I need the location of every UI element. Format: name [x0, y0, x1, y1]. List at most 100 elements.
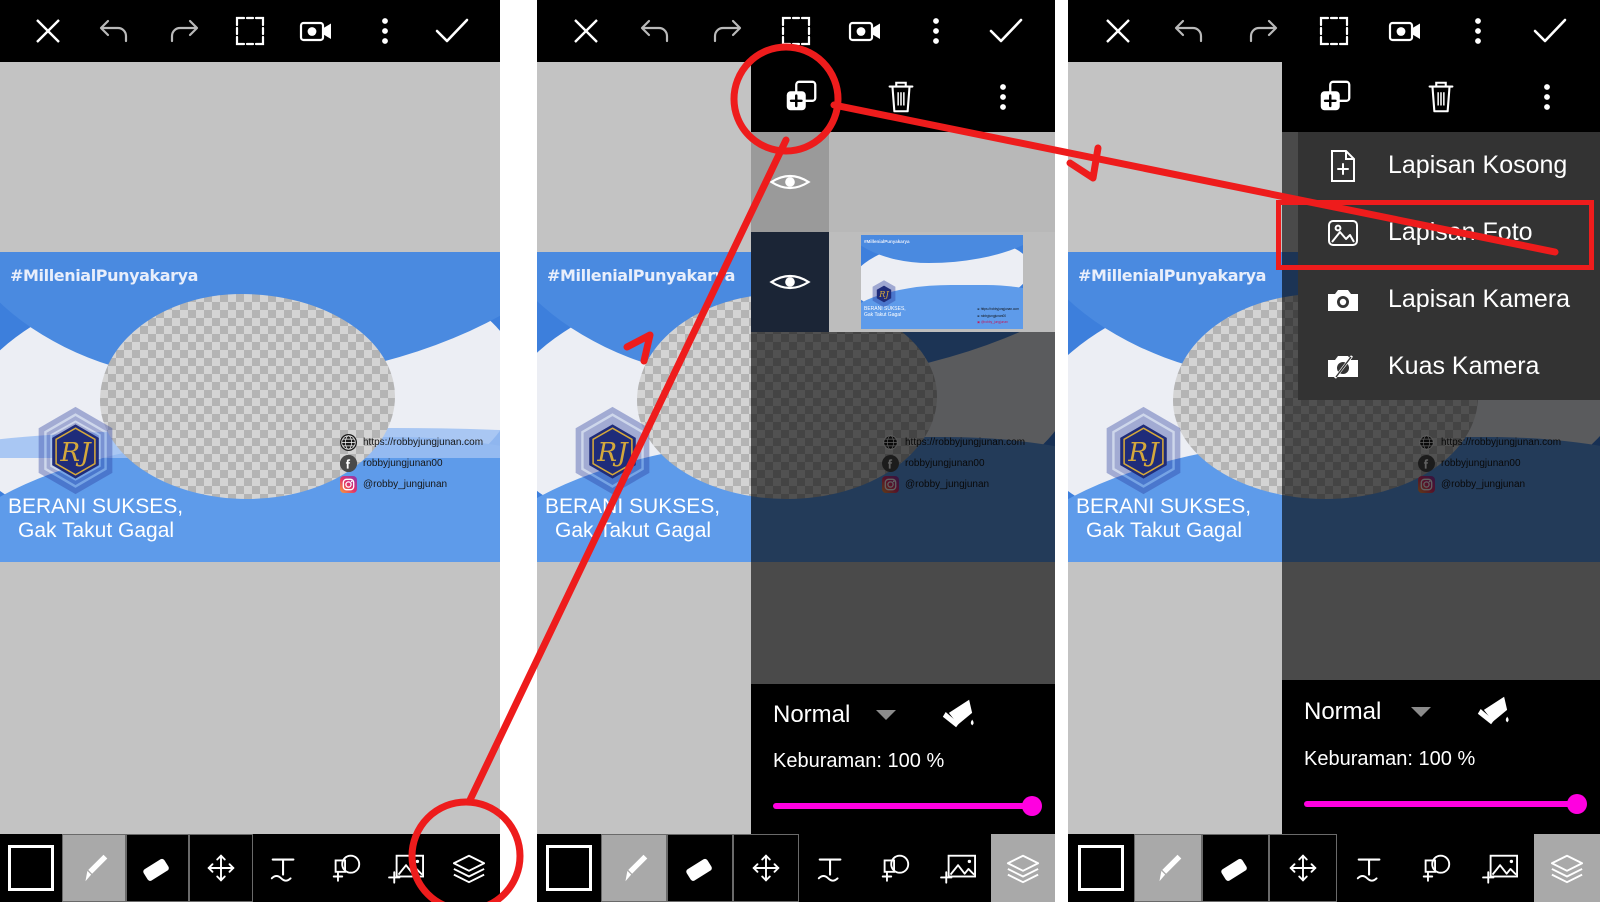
blend-mode-row[interactable]: Normal: [773, 684, 1033, 746]
box-lapisan-foto: [1276, 200, 1594, 270]
top-toolbar-1: [0, 0, 500, 62]
add-shape-icon[interactable]: [863, 834, 927, 902]
menu-item-lapisan-kamera[interactable]: Lapisan Kamera: [1298, 266, 1600, 333]
artwork-logo: RJ: [564, 403, 661, 500]
artwork-tagline: BERANI SUKSES, Gak Takut Gagal: [545, 495, 720, 543]
blend-mode-row[interactable]: Normal: [1304, 680, 1578, 744]
more-vertical-icon[interactable]: [1494, 81, 1600, 113]
eraser-icon[interactable]: [667, 834, 733, 902]
menu-item-label: Lapisan Kamera: [1388, 285, 1571, 313]
video-record-icon[interactable]: [1386, 11, 1426, 51]
canvas-area-1[interactable]: #MillenialPunyakarya RJ BERANI SUKSES, G…: [0, 62, 500, 834]
artwork-hashtag: #MillenialPunyakarya: [1078, 266, 1267, 285]
paint-bucket-icon[interactable]: [938, 695, 978, 736]
close-x-icon[interactable]: [1098, 11, 1138, 51]
top-toolbar-3: [1068, 0, 1600, 62]
paint-bucket-icon[interactable]: [1473, 692, 1513, 733]
more-vertical-icon[interactable]: [365, 11, 405, 51]
opacity-slider-knob[interactable]: [1567, 794, 1587, 814]
layers-stack-icon[interactable]: [438, 834, 500, 902]
svg-text:RJ: RJ: [1127, 438, 1160, 468]
svg-text:RJ: RJ: [596, 438, 629, 468]
bottom-toolbar-3: [1068, 834, 1600, 902]
redo-arrow-icon[interactable]: [163, 11, 203, 51]
video-record-icon[interactable]: [846, 11, 886, 51]
paintbrush-icon[interactable]: [61, 834, 126, 902]
opacity-slider[interactable]: [1304, 794, 1587, 814]
text-tool-icon[interactable]: [253, 834, 315, 902]
chevron-down-icon[interactable]: [1411, 707, 1432, 717]
add-shape-icon[interactable]: [315, 834, 377, 902]
color-swatch-icon[interactable]: [537, 834, 601, 902]
text-tool-icon[interactable]: [799, 834, 863, 902]
layer-visibility-eye-icon[interactable]: [751, 169, 829, 195]
menu-item-label: Kuas Kamera: [1388, 352, 1540, 380]
artwork-canvas-1[interactable]: #MillenialPunyakarya RJ BERANI SUKSES, G…: [0, 252, 500, 562]
color-swatch-icon[interactable]: [1068, 834, 1134, 902]
phone-panel-3: #MillenialPunyakarya RJ BERANI SUKSES, G…: [1068, 0, 1600, 902]
paintbrush-icon[interactable]: [1133, 834, 1202, 902]
add-photo-icon[interactable]: [1469, 834, 1535, 902]
redo-arrow-icon[interactable]: [706, 11, 746, 51]
add-shape-icon[interactable]: [1403, 834, 1469, 902]
close-x-icon[interactable]: [28, 11, 68, 51]
add-photo-icon[interactable]: [927, 834, 991, 902]
screenshot-stage: #MillenialPunyakarya RJ BERANI SUKSES, G…: [0, 0, 1600, 902]
layer-row[interactable]: #MillenialPunyakarya RJ BERANI SUKSES, Ga…: [751, 232, 1055, 332]
add-layer-icon[interactable]: [1282, 78, 1388, 116]
trash-can-icon[interactable]: [851, 78, 951, 116]
tagline-line-2: Gak Takut Gagal: [555, 519, 712, 543]
svg-text:RJ: RJ: [59, 438, 92, 468]
layers-stack-icon[interactable]: [1534, 834, 1600, 902]
color-swatch-icon[interactable]: [0, 834, 62, 902]
layer-thumb-tagline: BERANI SUKSES, Gak Takut Gagal: [864, 306, 906, 318]
blend-mode-value[interactable]: Normal: [773, 701, 850, 729]
undo-arrow-icon[interactable]: [1170, 11, 1210, 51]
tagline-line-1: BERANI SUKSES,: [8, 495, 184, 518]
add-layer-icon[interactable]: [751, 78, 851, 116]
redo-arrow-icon[interactable]: [1242, 11, 1282, 51]
paintbrush-icon[interactable]: [601, 834, 667, 902]
text-tool-icon[interactable]: [1337, 834, 1403, 902]
instagram-icon: [340, 476, 357, 493]
video-record-icon[interactable]: [297, 11, 337, 51]
layer-thumbnail[interactable]: #MillenialPunyakarya RJ BERANI SUKSES, Ga…: [829, 232, 1055, 332]
layers-stack-icon[interactable]: [991, 834, 1055, 902]
artwork-contacts: https://robbyjungjunan.com robbyjungjuna…: [340, 434, 483, 497]
contact-text: https://robbyjungjunan.com: [363, 437, 484, 448]
more-vertical-icon[interactable]: [951, 81, 1055, 113]
eraser-icon[interactable]: [1201, 834, 1270, 902]
layer-panel-scrim: [751, 332, 1055, 684]
checkmark-icon[interactable]: [986, 11, 1026, 51]
layer-list[interactable]: #MillenialPunyakarya RJ BERANI SUKSES, Ga…: [751, 132, 1055, 332]
add-photo-icon[interactable]: [377, 834, 439, 902]
close-x-icon[interactable]: [566, 11, 606, 51]
layer-thumbnail[interactable]: [829, 132, 1055, 232]
checkmark-icon[interactable]: [1530, 11, 1570, 51]
crop-frame-icon[interactable]: [230, 11, 270, 51]
layer-row[interactable]: [751, 132, 1055, 232]
menu-item-kuas-kamera[interactable]: Kuas Kamera: [1298, 333, 1600, 400]
opacity-slider-knob[interactable]: [1022, 796, 1042, 816]
tagline-line-2: Gak Takut Gagal: [1086, 519, 1243, 543]
trash-can-icon[interactable]: [1388, 78, 1494, 116]
crop-frame-icon[interactable]: [776, 11, 816, 51]
more-vertical-icon[interactable]: [916, 11, 956, 51]
menu-item-label: Lapisan Kosong: [1388, 151, 1568, 179]
checkmark-icon[interactable]: [432, 11, 472, 51]
more-vertical-icon[interactable]: [1458, 11, 1498, 51]
crop-frame-icon[interactable]: [1314, 11, 1354, 51]
blend-mode-value[interactable]: Normal: [1304, 698, 1381, 726]
chevron-down-icon[interactable]: [876, 710, 897, 720]
move-arrows-icon[interactable]: [1269, 834, 1337, 902]
menu-item-lapisan-kosong[interactable]: Lapisan Kosong: [1298, 132, 1600, 199]
layer-panel-toolbar: [1282, 62, 1600, 132]
layer-panel-footer: Normal Keburaman: 100 %: [751, 684, 1055, 834]
move-arrows-icon[interactable]: [189, 834, 253, 902]
move-arrows-icon[interactable]: [733, 834, 799, 902]
opacity-slider[interactable]: [773, 796, 1042, 816]
layer-visibility-eye-icon[interactable]: [751, 269, 829, 295]
undo-arrow-icon[interactable]: [636, 11, 676, 51]
eraser-icon[interactable]: [125, 834, 190, 902]
undo-arrow-icon[interactable]: [95, 11, 135, 51]
